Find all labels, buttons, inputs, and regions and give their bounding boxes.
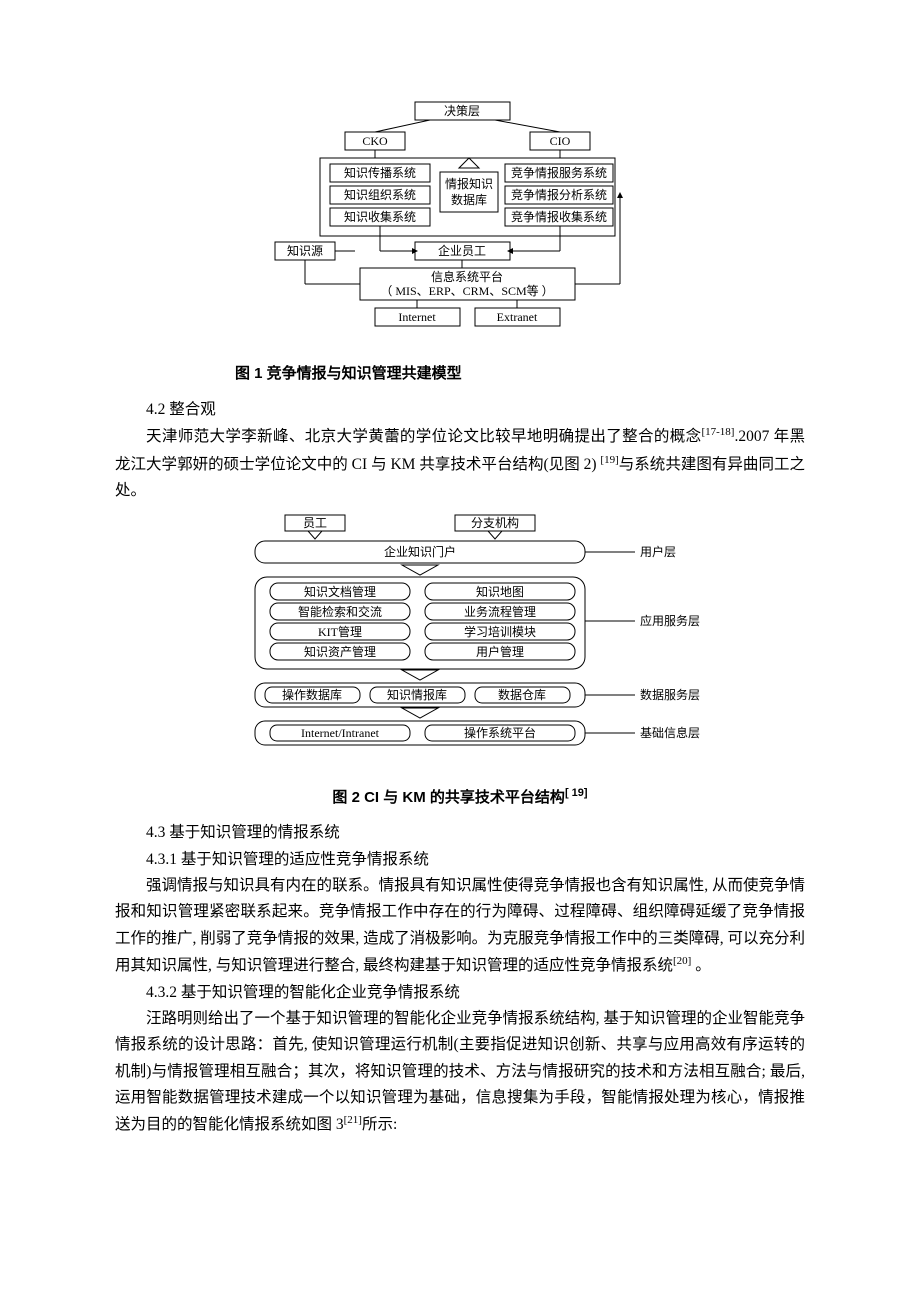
figure-2: 员工 分支机构 企业知识门户 用户层 知识文档管理 智能检索和交流 KIT管理 …	[115, 513, 805, 762]
svg-text:知识地图: 知识地图	[476, 585, 524, 599]
svg-text:知识资产管理: 知识资产管理	[304, 644, 376, 659]
section-4-3-1-para: 强调情报与知识具有内在的联系。情报具有知识属性使得竞争情报也含有知识属性, 从而…	[115, 873, 805, 980]
svg-text:应用服务层: 应用服务层	[640, 613, 700, 628]
text: 。	[691, 957, 710, 974]
svg-text:决策层: 决策层	[444, 104, 480, 118]
page: 决策层 CKO CIO 知识传播系统 知识组织系统 知识收集系统 情报知识 数据…	[0, 0, 920, 1199]
svg-text:CKO: CKO	[362, 134, 388, 148]
svg-text:情报知识: 情报知识	[445, 176, 493, 191]
svg-text:智能检索和交流: 智能检索和交流	[298, 604, 382, 619]
svg-text:CIO: CIO	[550, 134, 571, 148]
figure-2-caption: 图 2 CI 与 KM 的共享技术平台结构[ 19]	[115, 784, 805, 811]
svg-text:竞争情报收集系统: 竞争情报收集系统	[511, 209, 607, 224]
citation-19: [19]	[600, 454, 618, 466]
svg-text:知识传播系统: 知识传播系统	[344, 165, 416, 180]
citation-21: [21]	[344, 1114, 362, 1126]
svg-text:操作数据库: 操作数据库	[282, 687, 342, 702]
section-4-3-head: 4.3 基于知识管理的情报系统	[115, 820, 805, 846]
text: 图 2 CI 与 KM 的共享技术平台结构	[332, 789, 565, 806]
figure-1-diagram: 决策层 CKO CIO 知识传播系统 知识组织系统 知识收集系统 情报知识 数据…	[240, 100, 680, 330]
section-4-2-para: 天津师范大学李新峰、北京大学黄蕾的学位论文比较早地明确提出了整合的概念[17-1…	[115, 423, 805, 504]
text: 汪路明则给出了一个基于知识管理的智能化企业竞争情报系统结构, 基于知识管理的企业…	[115, 1010, 805, 1134]
text: 天津师范大学李新峰、北京大学黄蕾的学位论文比较早地明确提出了整合的概念	[146, 428, 701, 445]
svg-text:用户层: 用户层	[640, 544, 676, 559]
section-4-3-2-para: 汪路明则给出了一个基于知识管理的智能化企业竞争情报系统结构, 基于知识管理的企业…	[115, 1006, 805, 1139]
figure-2-diagram: 员工 分支机构 企业知识门户 用户层 知识文档管理 智能检索和交流 KIT管理 …	[210, 513, 710, 753]
svg-text:KIT管理: KIT管理	[318, 624, 362, 639]
citation-17-18: [17-18]	[701, 426, 734, 438]
svg-text:Internet/Intranet: Internet/Intranet	[301, 726, 380, 740]
svg-text:知识文档管理: 知识文档管理	[304, 584, 376, 599]
svg-text:企业知识门户: 企业知识门户	[384, 544, 456, 559]
citation-20: [20]	[673, 955, 691, 967]
svg-text:业务流程管理: 业务流程管理	[464, 604, 536, 619]
svg-text:信息系统平台: 信息系统平台	[431, 269, 503, 284]
svg-text:企业员工: 企业员工	[438, 243, 486, 258]
figure-1: 决策层 CKO CIO 知识传播系统 知识组织系统 知识收集系统 情报知识 数据…	[115, 100, 805, 339]
svg-text:知识组织系统: 知识组织系统	[344, 188, 416, 202]
section-4-3-2-head: 4.3.2 基于知识管理的智能化企业竞争情报系统	[115, 980, 805, 1006]
svg-text:学习培训模块: 学习培训模块	[464, 624, 536, 639]
svg-text:操作系统平台: 操作系统平台	[464, 725, 536, 740]
svg-text:知识收集系统: 知识收集系统	[344, 209, 416, 224]
svg-text:数据仓库: 数据仓库	[498, 687, 546, 702]
svg-text:分支机构: 分支机构	[471, 515, 519, 530]
figure-1-caption: 图 1 竞争情报与知识管理共建模型	[235, 361, 805, 387]
svg-text:知识源: 知识源	[287, 244, 323, 258]
section-4-2-head: 4.2 整合观	[115, 397, 805, 423]
svg-text:数据库: 数据库	[451, 192, 487, 207]
text: 所示:	[362, 1116, 397, 1133]
svg-text:Internet: Internet	[398, 310, 436, 324]
svg-text:竞争情报服务系统: 竞争情报服务系统	[511, 165, 607, 180]
svg-text:员工: 员工	[303, 516, 327, 530]
svg-text:（ MIS、ERP、CRM、SCM等 ）: （ MIS、ERP、CRM、SCM等 ）	[380, 284, 553, 298]
citation-19b: [ 19]	[565, 787, 588, 799]
svg-text:用户管理: 用户管理	[476, 644, 524, 659]
svg-text:知识情报库: 知识情报库	[387, 687, 447, 702]
section-4-3-1-head: 4.3.1 基于知识管理的适应性竞争情报系统	[115, 847, 805, 873]
svg-text:基础信息层: 基础信息层	[640, 725, 700, 740]
svg-text:Extranet: Extranet	[497, 310, 538, 324]
svg-text:竞争情报分析系统: 竞争情报分析系统	[511, 187, 607, 202]
svg-text:数据服务层: 数据服务层	[640, 687, 700, 702]
